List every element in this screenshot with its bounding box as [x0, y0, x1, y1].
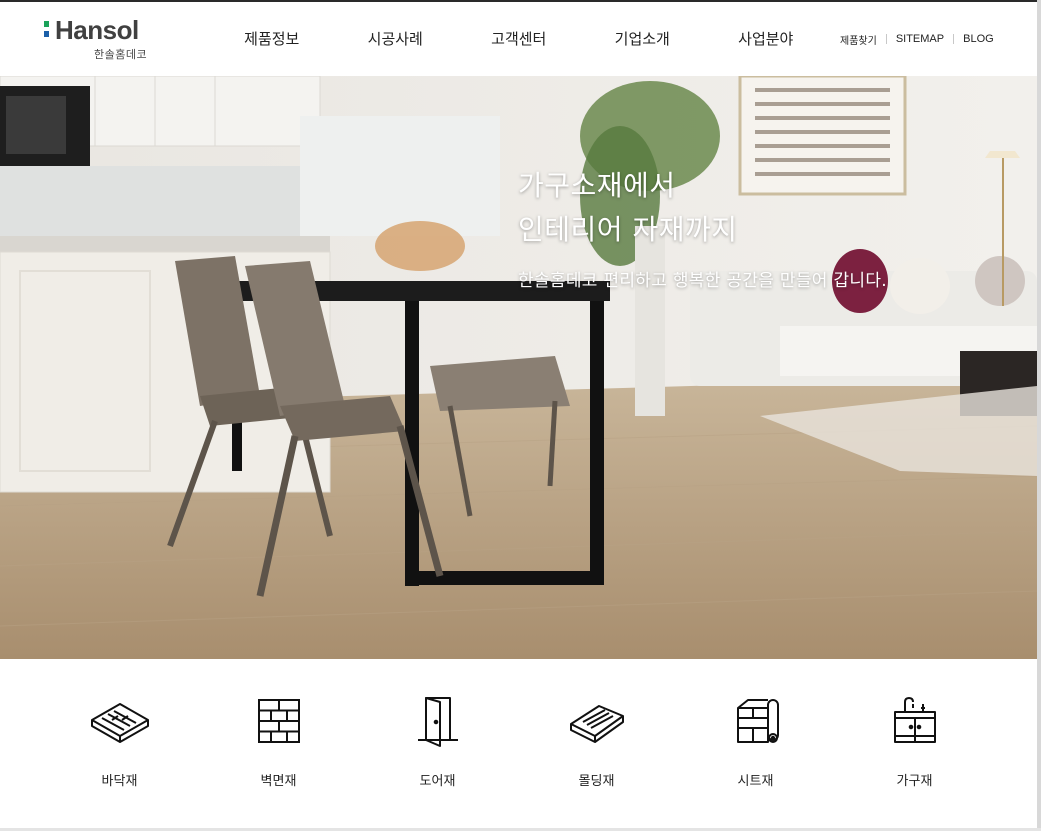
category-wall-label: 벽면재: [260, 774, 297, 789]
site-header: Hansol 한솔홈데코 제품정보 시공사례 고객센터 기업소개 사업분야 제품…: [0, 2, 1037, 76]
category-furniture[interactable]: 가구재: [835, 690, 994, 800]
util-divider: [953, 34, 955, 44]
category-door-label: 도어재: [419, 774, 456, 789]
hero-subtitle: 한솔홈데코 편리하고 행복한 공간을 만들어 갑니다.: [518, 271, 887, 291]
main-navigation: 제품정보 시공사례 고객센터 기업소개 사업분야: [210, 2, 828, 76]
product-category-list: 바닥재 벽면재 도어재 몰딩재 시트재 가구재: [40, 690, 995, 800]
category-floor-label: 바닥재: [101, 774, 138, 789]
util-divider: [885, 34, 887, 44]
kitchen-cabinet-icon: [893, 697, 936, 743]
brick-wall-icon: [257, 699, 300, 743]
hero-title: 가구소재에서 인테리어 자재까지: [518, 164, 887, 252]
blog-link[interactable]: BLOG: [963, 33, 994, 45]
nav-item-cases[interactable]: 시공사례: [334, 2, 458, 76]
logo-wordmark: Hansol: [55, 15, 139, 45]
hero-banner: 가구소재에서 인테리어 자재까지 한솔홈데코 편리하고 행복한 공간을 만들어 …: [0, 76, 1037, 659]
hero-copy: 가구소재에서 인테리어 자재까지 한솔홈데코 편리하고 행복한 공간을 만들어 …: [518, 164, 887, 291]
molding-icon: [569, 705, 624, 743]
category-wall[interactable]: 벽면재: [199, 690, 358, 800]
category-sheet-label: 시트재: [737, 774, 774, 789]
hansol-logo[interactable]: Hansol 한솔홈데코: [44, 15, 154, 66]
sitemap-link[interactable]: SITEMAP: [896, 33, 944, 45]
sheet-roll-icon: [736, 699, 779, 743]
logo-mark-icon: [44, 21, 49, 37]
logo-subtitle: 한솔홈데코: [94, 48, 148, 61]
utility-links: 제품찾기 SITEMAP BLOG: [840, 2, 994, 76]
category-floor[interactable]: 바닥재: [40, 690, 199, 800]
category-door[interactable]: 도어재: [358, 690, 517, 800]
hero-title-line2: 인테리어 자재까지: [518, 213, 738, 246]
hero-title-line1: 가구소재에서: [518, 169, 676, 202]
category-molding[interactable]: 몰딩재: [517, 690, 676, 800]
nav-item-support[interactable]: 고객센터: [457, 2, 581, 76]
nav-item-business[interactable]: 사업분야: [704, 2, 828, 76]
nav-item-company[interactable]: 기업소개: [581, 2, 705, 76]
floor-board-icon: [90, 703, 149, 743]
category-molding-label: 몰딩재: [578, 774, 615, 789]
window-scroll-edge: [1037, 0, 1041, 831]
door-icon: [417, 697, 458, 747]
category-sheet[interactable]: 시트재: [676, 690, 835, 800]
category-furniture-label: 가구재: [896, 774, 933, 789]
nav-item-products[interactable]: 제품정보: [210, 2, 334, 76]
find-product-link[interactable]: 제품찾기: [840, 32, 877, 47]
